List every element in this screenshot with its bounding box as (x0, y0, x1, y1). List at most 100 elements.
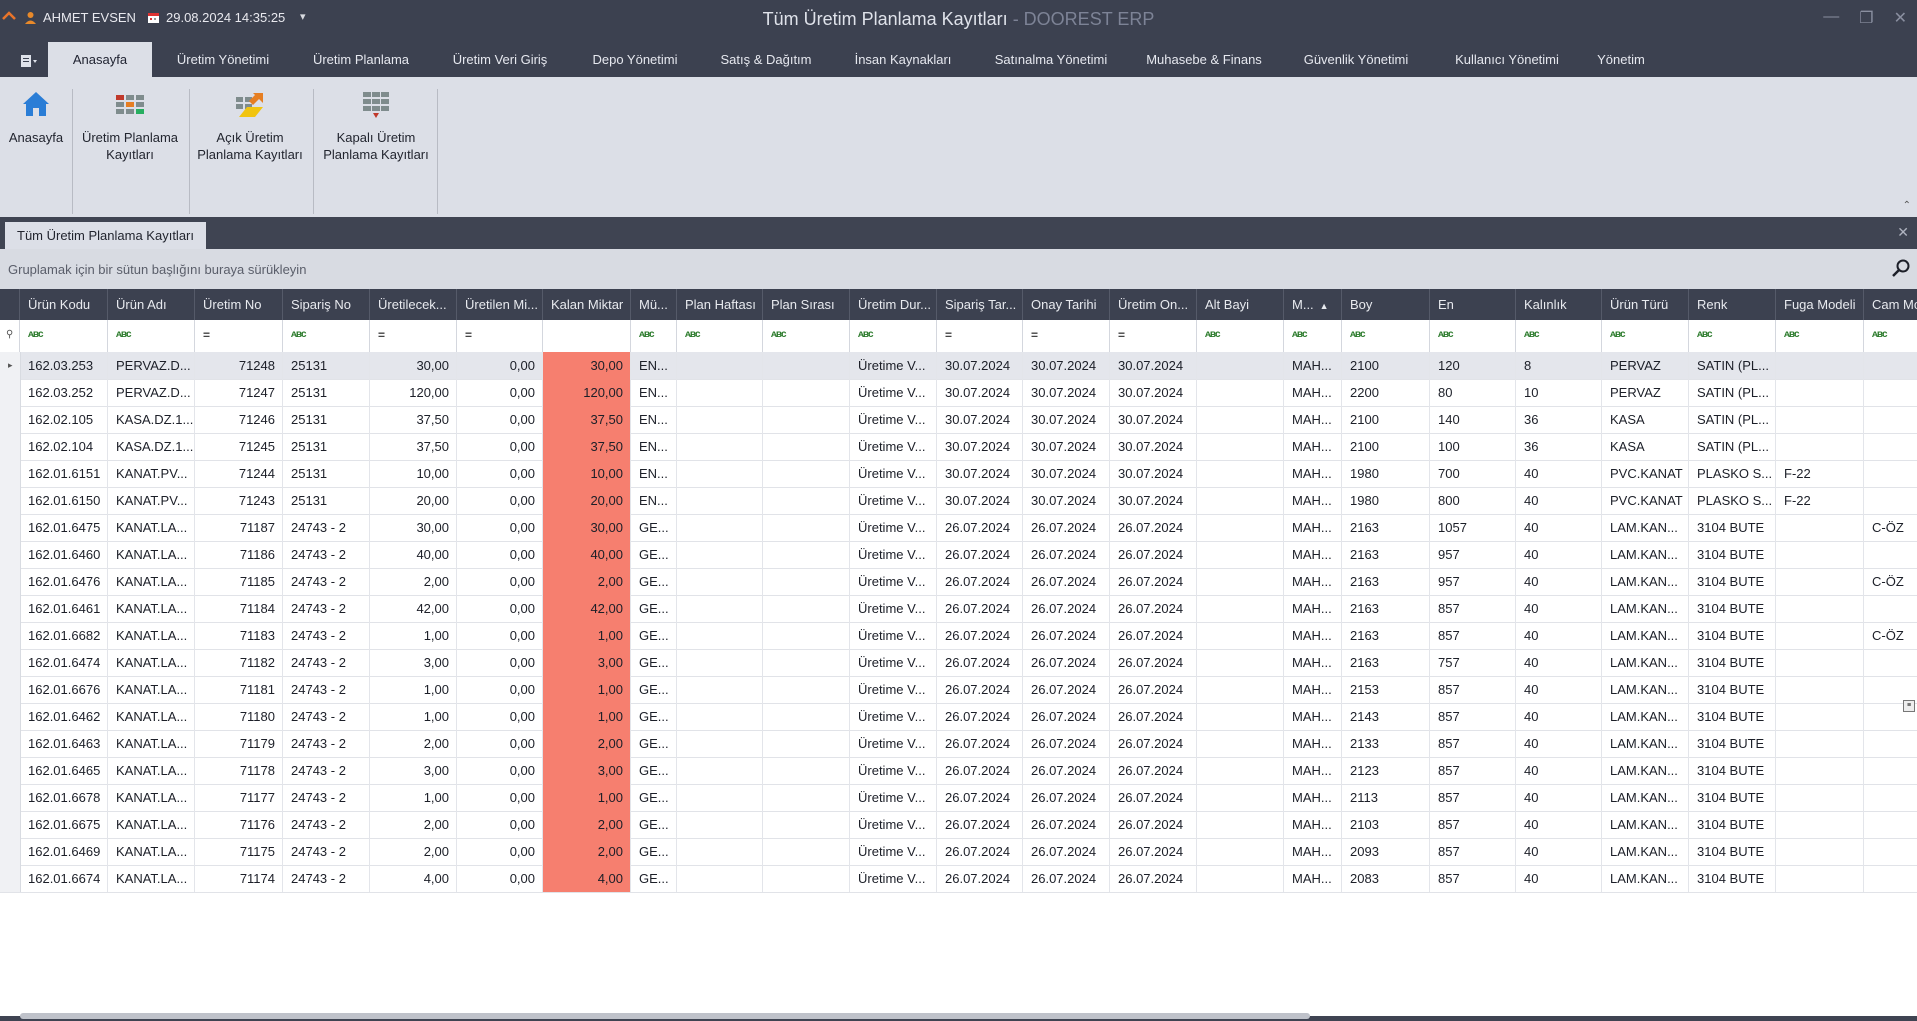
row-indicator[interactable] (0, 757, 21, 784)
table-cell[interactable] (763, 784, 850, 811)
table-cell[interactable] (1776, 568, 1864, 595)
filter-cell[interactable]: ᴀʙᴄ (20, 320, 108, 352)
table-cell[interactable]: MAH... (1284, 676, 1342, 703)
row-indicator[interactable] (0, 649, 21, 676)
table-cell[interactable] (1776, 865, 1864, 892)
table-cell[interactable]: 0,00 (457, 595, 543, 622)
column-header[interactable]: Renk (1689, 289, 1776, 320)
table-cell[interactable]: 26.07.2024 (1023, 622, 1110, 649)
table-cell[interactable]: 20,00 (543, 487, 631, 514)
table-cell[interactable]: SATIN (PL... (1689, 352, 1776, 379)
table-cell[interactable]: 30.07.2024 (937, 487, 1023, 514)
column-header[interactable]: Sipariş Tar... (937, 289, 1023, 320)
table-cell[interactable]: 40 (1516, 514, 1602, 541)
table-row[interactable]: 162.01.6475 KANAT.LA... 71187 24743 - 2 30,0… (0, 514, 1917, 542)
table-cell[interactable]: 30.07.2024 (937, 433, 1023, 460)
table-cell[interactable]: KANAT.LA... (108, 730, 195, 757)
table-cell[interactable]: 26.07.2024 (1110, 541, 1197, 568)
table-cell[interactable]: GE... (631, 541, 677, 568)
table-cell[interactable]: 71180 (195, 703, 283, 730)
row-indicator[interactable]: ▸ (0, 352, 21, 379)
table-cell[interactable]: Üretime V... (850, 730, 937, 757)
table-cell[interactable]: 162.02.104 (20, 433, 108, 460)
table-cell[interactable]: 71183 (195, 622, 283, 649)
table-cell[interactable]: 700 (1430, 460, 1516, 487)
table-cell[interactable]: 3104 BUTE (1689, 811, 1776, 838)
table-cell[interactable]: 24743 - 2 (283, 514, 370, 541)
table-cell[interactable]: MAH... (1284, 379, 1342, 406)
table-cell[interactable] (763, 811, 850, 838)
table-cell[interactable]: 2,00 (370, 568, 457, 595)
table-cell[interactable]: 3104 BUTE (1689, 595, 1776, 622)
table-cell[interactable] (1197, 811, 1284, 838)
table-cell[interactable]: 3104 BUTE (1689, 757, 1776, 784)
table-cell[interactable]: 3104 BUTE (1689, 541, 1776, 568)
table-cell[interactable]: 2,00 (543, 568, 631, 595)
table-cell[interactable]: 40 (1516, 541, 1602, 568)
table-cell[interactable] (763, 541, 850, 568)
doc-tab-all-planning[interactable]: Tüm Üretim Planlama Kayıtları (5, 222, 206, 249)
table-cell[interactable]: 30.07.2024 (937, 379, 1023, 406)
table-row[interactable]: 162.01.6151 KANAT.PV... 71244 25131 10,00 0,0… (0, 460, 1917, 488)
table-cell[interactable]: 957 (1430, 568, 1516, 595)
table-cell[interactable]: 8 (1516, 352, 1602, 379)
table-cell[interactable]: EN... (631, 406, 677, 433)
table-cell[interactable] (1864, 676, 1917, 703)
table-cell[interactable]: MAH... (1284, 352, 1342, 379)
table-cell[interactable]: PERVAZ.D... (108, 379, 195, 406)
table-cell[interactable]: 30.07.2024 (1023, 487, 1110, 514)
table-cell[interactable] (1197, 460, 1284, 487)
table-cell[interactable]: 26.07.2024 (937, 838, 1023, 865)
table-cell[interactable]: 162.02.105 (20, 406, 108, 433)
table-cell[interactable]: MAH... (1284, 406, 1342, 433)
table-cell[interactable]: 0,00 (457, 433, 543, 460)
table-cell[interactable]: MAH... (1284, 703, 1342, 730)
table-cell[interactable]: KANAT.LA... (108, 811, 195, 838)
home-button[interactable]: Anasayfa (4, 87, 68, 207)
table-cell[interactable]: 3104 BUTE (1689, 730, 1776, 757)
table-cell[interactable]: 24743 - 2 (283, 730, 370, 757)
table-cell[interactable]: 24743 - 2 (283, 676, 370, 703)
table-cell[interactable]: 100 (1430, 433, 1516, 460)
table-cell[interactable]: 2100 (1342, 352, 1430, 379)
quick-access-dropdown-icon[interactable]: ▾ (300, 10, 306, 23)
row-indicator[interactable] (0, 514, 21, 541)
table-cell[interactable]: 36 (1516, 406, 1602, 433)
filter-cell[interactable]: ᴀʙᴄ (1516, 320, 1602, 352)
table-cell[interactable]: Üretime V... (850, 784, 937, 811)
table-cell[interactable]: 1,00 (370, 703, 457, 730)
table-cell[interactable] (1776, 379, 1864, 406)
table-cell[interactable] (1197, 676, 1284, 703)
table-cell[interactable]: 42,00 (543, 595, 631, 622)
table-cell[interactable]: GE... (631, 784, 677, 811)
table-cell[interactable]: KASA (1602, 433, 1689, 460)
group-by-panel[interactable]: Gruplamak için bir sütun başlığını buray… (0, 249, 1917, 289)
table-cell[interactable] (763, 433, 850, 460)
table-cell[interactable]: 71179 (195, 730, 283, 757)
table-cell[interactable]: 71246 (195, 406, 283, 433)
table-cell[interactable]: GE... (631, 595, 677, 622)
table-cell[interactable]: Üretime V... (850, 649, 937, 676)
table-cell[interactable] (763, 460, 850, 487)
table-cell[interactable]: Üretime V... (850, 487, 937, 514)
table-cell[interactable]: 26.07.2024 (1023, 541, 1110, 568)
table-cell[interactable]: PERVAZ (1602, 379, 1689, 406)
table-cell[interactable]: 120,00 (370, 379, 457, 406)
table-cell[interactable]: MAH... (1284, 568, 1342, 595)
table-cell[interactable]: GE... (631, 676, 677, 703)
table-cell[interactable] (677, 460, 763, 487)
row-indicator[interactable] (0, 379, 21, 406)
table-cell[interactable]: 26.07.2024 (1023, 811, 1110, 838)
table-cell[interactable] (1776, 406, 1864, 433)
table-cell[interactable]: 40,00 (370, 541, 457, 568)
table-cell[interactable]: 10 (1516, 379, 1602, 406)
table-cell[interactable] (1776, 595, 1864, 622)
table-row[interactable]: 162.01.6476 KANAT.LA... 71185 24743 - 2 2,00… (0, 568, 1917, 596)
table-row[interactable]: 162.01.6461 KANAT.LA... 71184 24743 - 2 42,0… (0, 595, 1917, 623)
table-cell[interactable]: 71245 (195, 433, 283, 460)
table-cell[interactable]: 757 (1430, 649, 1516, 676)
table-cell[interactable]: 3104 BUTE (1689, 703, 1776, 730)
table-cell[interactable]: KANAT.LA... (108, 757, 195, 784)
table-cell[interactable]: 857 (1430, 838, 1516, 865)
table-cell[interactable]: 162.01.6474 (20, 649, 108, 676)
